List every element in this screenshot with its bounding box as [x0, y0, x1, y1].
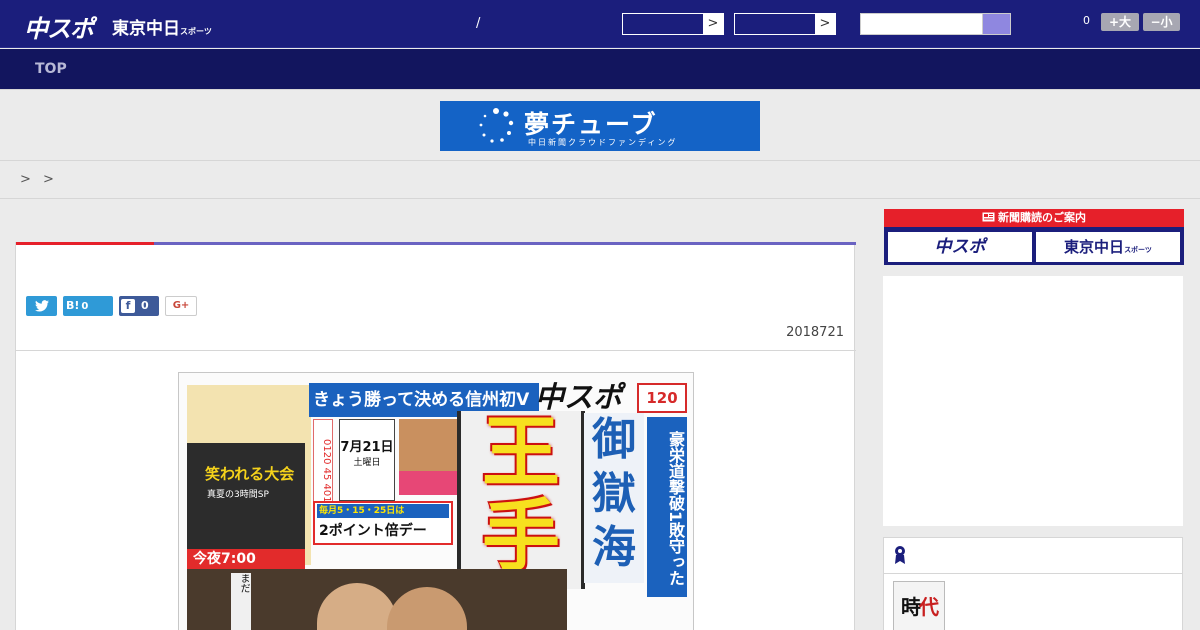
ranking-item-thumbnail[interactable]: 時代: [893, 581, 945, 630]
tv-program-sub: 真夏の3時間SP: [207, 490, 269, 500]
font-large-button[interactable]: +大: [1101, 13, 1139, 31]
search-button[interactable]: [982, 13, 1011, 35]
nav-item-top[interactable]: TOP: [35, 61, 67, 77]
hatena-icon: B!: [66, 299, 80, 312]
twitter-bird-icon: [34, 300, 49, 312]
subscribe-chuspo-button[interactable]: 中スポ: [888, 232, 1032, 262]
promo-line-2: 2ポイント倍デー: [319, 523, 427, 539]
ranking-thumb-a: 時: [901, 595, 921, 619]
ranking-box: 時代: [883, 537, 1183, 630]
point-promo-box: 毎月5・15・25日は 2ポイント倍デー: [313, 501, 453, 545]
category-select-1[interactable]: >: [622, 13, 724, 35]
big-headline-ou: 王手: [461, 411, 581, 589]
tonight-time: 今夜7:00: [187, 549, 305, 569]
promo-line-1: 毎月5・15・25日は: [317, 504, 449, 518]
yume-tube-banner[interactable]: 夢チューブ 中日新聞クラウドファンディング: [440, 101, 760, 151]
ranking-thumb-b: 代: [919, 595, 939, 619]
subscription-heading-label: 新聞購読のご案内: [998, 211, 1086, 224]
banner-title: 夢チューブ: [524, 110, 658, 139]
breadcrumb: > >: [20, 172, 58, 187]
facebook-count: 0: [141, 299, 149, 312]
portrait-shirt: [399, 471, 459, 495]
article-divider: [16, 350, 856, 351]
search-input[interactable]: [860, 13, 982, 35]
chevron-right-icon[interactable]: >: [815, 14, 835, 34]
big-headline-name: 御獄海: [584, 413, 644, 583]
sidebar-ad-slot: [883, 276, 1183, 526]
article-top-line-accent: [16, 242, 154, 245]
facebook-share-button[interactable]: f 0: [119, 296, 159, 316]
subscribe-tokyo-main: 東京中日: [1064, 238, 1125, 256]
category-select-2[interactable]: >: [734, 13, 836, 35]
ranking-medal-icon: [895, 546, 905, 564]
font-size-count: 0: [1083, 14, 1090, 27]
breadcrumb-area: > >: [0, 161, 1200, 199]
facebook-icon: f: [121, 299, 135, 313]
article-top-line: [16, 242, 856, 245]
paper-date-box: 7月21日 土曜日: [339, 419, 395, 501]
chevron-right-icon[interactable]: >: [703, 14, 723, 34]
article-card: B! 0 f 0 G+ 2018721 笑われる大会 真夏の3時間SP 今夜7:0…: [15, 242, 856, 630]
subscribe-tokyo-small: スポーツ: [1124, 246, 1152, 254]
tokyo-chunichi-logo[interactable]: 東京中日スポーツ: [112, 14, 212, 39]
chuspo-logo[interactable]: 中スポ: [24, 9, 94, 44]
paper-price: 120円: [637, 383, 687, 433]
sumo-photo-caption: まだ: [231, 573, 251, 630]
ranking-header: [884, 538, 1182, 574]
global-nav: TOP: [0, 49, 1200, 89]
tokyo-logo-main: 東京中日: [112, 19, 180, 39]
wrestler-portrait: [399, 419, 459, 495]
banner-subtitle: 中日新聞クラウドファンディング: [528, 138, 678, 147]
hatena-count: 0: [81, 301, 89, 312]
subscription-heading: 新聞購読のご案内: [884, 209, 1184, 227]
subscription-box: 新聞購読のご案内 中スポ 東京中日スポーツ: [884, 209, 1184, 265]
site-header: 中スポ 東京中日スポーツ / > > 0 +大 −小: [0, 0, 1200, 48]
wrestler-figure: [387, 587, 467, 630]
subscribe-tokyo-chunichi-button[interactable]: 東京中日スポーツ: [1036, 232, 1180, 262]
wrestler-figure: [317, 583, 397, 630]
tv-program-box: 笑われる大会 真夏の3時間SP: [187, 443, 305, 553]
vertical-subhead: 豪栄道撃破1敗守った: [647, 417, 687, 597]
paper-date: 7月21日: [340, 440, 394, 455]
sumo-photo: まだ: [187, 569, 567, 630]
paper-day: 土曜日: [353, 458, 381, 468]
header-slash: /: [476, 16, 481, 31]
dots-logo-icon: [479, 108, 514, 143]
googleplus-share-button[interactable]: G+: [165, 296, 197, 316]
font-small-button[interactable]: −小: [1143, 13, 1180, 31]
newspaper-icon: [982, 212, 995, 222]
tv-program-title: 笑われる大会: [205, 465, 295, 483]
article-date: 2018721: [786, 325, 844, 340]
banner-area: 夢チューブ 中日新聞クラウドファンディング: [0, 89, 1200, 161]
twitter-share-button[interactable]: [26, 296, 57, 316]
newspaper-front-image[interactable]: 笑われる大会 真夏の3時間SP 今夜7:00 きょう勝って決める信州初V 中スポ…: [178, 372, 694, 630]
hatena-bookmark-button[interactable]: B! 0: [63, 296, 113, 316]
tokyo-logo-small: スポーツ: [180, 27, 212, 36]
